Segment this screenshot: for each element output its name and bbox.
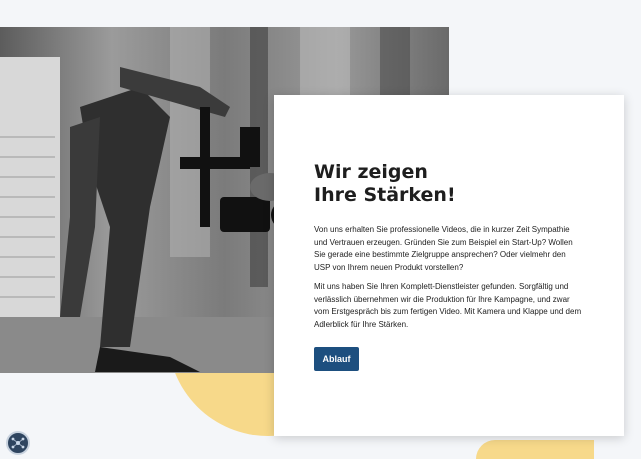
intro-paragraph: Von uns erhalten Sie professionelle Vide… [314,225,573,272]
hero-content-card: Wir zeigen Ihre Stärken! Von uns erhalte… [274,95,624,436]
network-icon [11,437,25,449]
service-paragraph: Mit uns haben Sie Ihren Komplett-Dienstl… [314,282,582,329]
headline-line-1: Wir zeigen [314,161,428,183]
decorative-yellow-strip [476,440,594,459]
page-top-bar [0,0,641,27]
network-widget-button[interactable] [6,431,30,455]
ablauf-button[interactable]: Ablauf [314,347,359,371]
page-title: Wir zeigen Ihre Stärken! [314,161,604,207]
headline-line-2: Ihre Stärken! [314,184,456,206]
